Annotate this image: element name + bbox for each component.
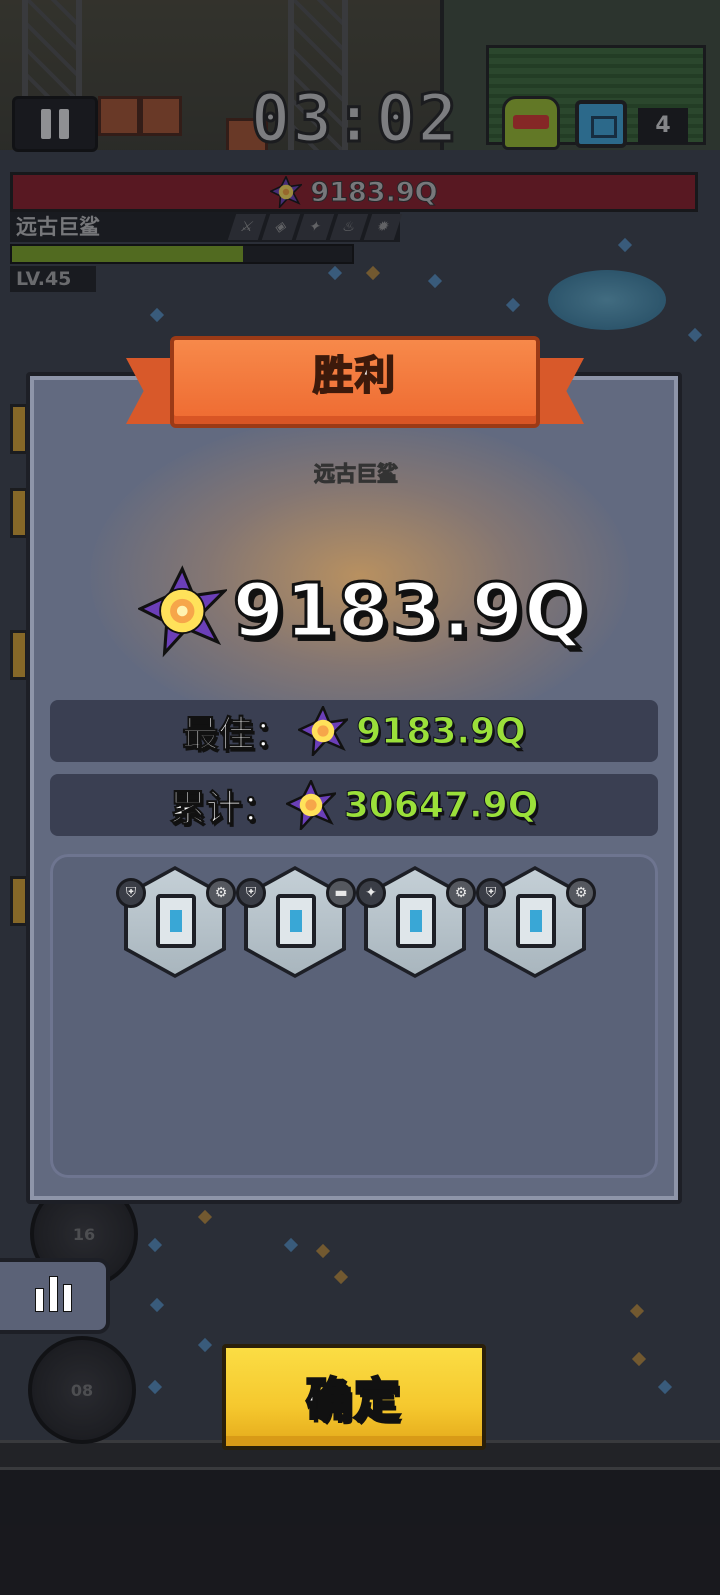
best-label: 最佳： <box>182 714 291 756</box>
damage-value: 9183.9Q <box>231 567 588 656</box>
bar-chart-icon <box>48 1276 58 1312</box>
bar-chart-icon <box>62 1284 72 1312</box>
confirm-button[interactable]: 确定 <box>222 1344 486 1450</box>
shield-icon: ⛨ <box>236 878 266 908</box>
total-damage-row: 累计： 30647.9Q <box>50 774 658 836</box>
shield-icon: ⛨ <box>476 878 506 908</box>
armor-piece-icon <box>276 894 316 948</box>
plate-icon: ▬ <box>326 878 356 908</box>
stats-button[interactable] <box>0 1258 110 1334</box>
shield-icon: ⛨ <box>116 878 146 908</box>
best-value: 9183.9Q <box>356 710 527 752</box>
armor-piece-icon <box>516 894 556 948</box>
damage-star-icon <box>285 780 336 830</box>
equipment-slot[interactable]: ✦ ⚙ <box>356 866 476 978</box>
equipment-slot[interactable]: ⛨ ⚙ <box>116 866 236 978</box>
total-label: 累计： <box>169 788 278 830</box>
defeated-enemy-name: 远古巨鲨 <box>314 462 399 487</box>
claw-icon: ✦ <box>356 878 386 908</box>
equipment-slot[interactable]: ⛨ ⚙ <box>476 866 596 978</box>
total-value: 30647.9Q <box>343 784 539 826</box>
victory-title: 胜利 <box>312 352 397 400</box>
gear-icon: ⚙ <box>206 878 236 908</box>
damage-star-icon <box>298 706 349 756</box>
gear-icon: ⚙ <box>446 878 476 908</box>
equipment-slot[interactable]: ⛨ ▬ <box>236 866 356 978</box>
best-damage-row: 最佳： 9183.9Q <box>50 700 658 762</box>
bar-chart-icon <box>34 1288 44 1312</box>
gear-icon: ⚙ <box>566 878 596 908</box>
armor-piece-icon <box>396 894 436 948</box>
damage-star-icon <box>138 565 227 658</box>
armor-piece-icon <box>156 894 196 948</box>
victory-banner: 胜利 <box>126 336 584 446</box>
total-damage: 9183.9Q <box>138 556 589 666</box>
